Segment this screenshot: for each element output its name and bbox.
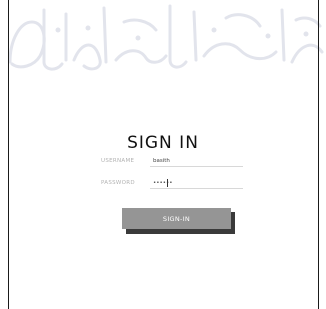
right-border-line: [318, 0, 319, 309]
arabic-calligraphy-watermark: [0, 0, 326, 80]
password-label: PASSWORD: [101, 180, 135, 186]
login-page: SIGN IN USERNAME PASSWORD SIGN-IN: [0, 0, 326, 309]
left-border-line: [8, 0, 9, 309]
username-label: USERNAME: [101, 158, 135, 164]
sign-in-button[interactable]: SIGN-IN: [122, 208, 231, 229]
sign-in-title: SIGN IN: [127, 133, 199, 153]
username-input[interactable]: [150, 156, 243, 167]
calligraphy-watermark-graphic: [8, 4, 324, 71]
text-cursor: [167, 179, 168, 187]
password-input[interactable]: [150, 178, 243, 189]
